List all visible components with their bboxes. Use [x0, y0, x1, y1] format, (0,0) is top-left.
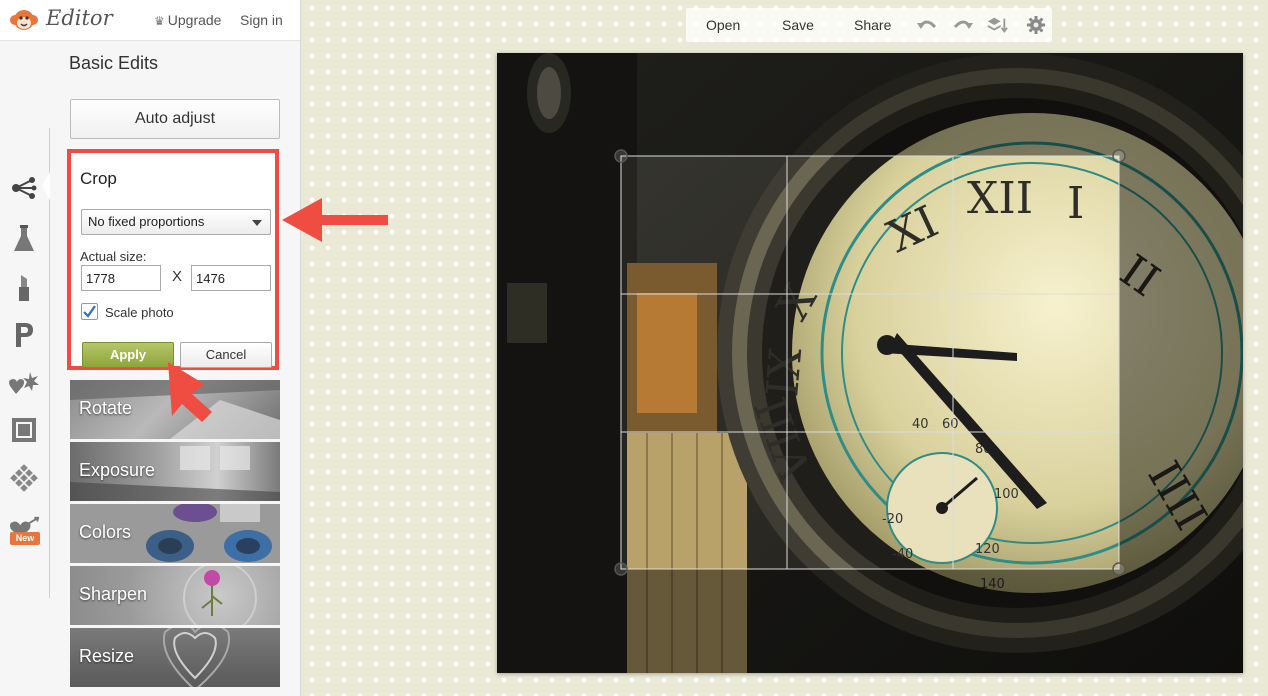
auto-adjust-button[interactable]: Auto adjust — [70, 99, 280, 139]
checkmark-icon — [83, 305, 96, 318]
textures-tool[interactable] — [8, 462, 40, 494]
scale-photo-label: Scale photo — [105, 305, 174, 320]
frames-icon — [12, 418, 36, 442]
svg-text:100: 100 — [994, 487, 1019, 502]
svg-text:40: 40 — [912, 417, 929, 432]
resize-item[interactable]: Resize — [70, 628, 280, 687]
crop-height-input[interactable] — [191, 265, 271, 291]
editor-toolbar: Open Save Share — [686, 8, 1052, 42]
svg-text:XII: XII — [967, 173, 1033, 224]
proportion-select[interactable]: No fixed proportions — [81, 209, 271, 235]
panel-title: Basic Edits — [69, 53, 159, 73]
basic-edits-tool[interactable] — [8, 172, 40, 204]
svg-text:I: I — [1067, 178, 1084, 229]
size-x-label: X — [172, 268, 183, 285]
annotation-arrow-upleft-icon — [168, 362, 212, 422]
crown-icon: ♛ — [154, 14, 165, 28]
colors-label: Colors — [79, 522, 132, 542]
clock-photo: XI XII I II X IX VIII IIII 40 60 80100 12… — [497, 53, 1243, 673]
photo-canvas[interactable]: XI XII I II X IX VIII IIII 40 60 80 100 12… — [497, 53, 1243, 673]
crop-handle-top-left — [614, 149, 628, 163]
scale-photo-checkbox[interactable] — [81, 303, 98, 320]
new-badge: New — [10, 532, 40, 545]
save-button[interactable]: Save — [782, 17, 814, 33]
svg-text:60: 60 — [942, 417, 959, 432]
effects-flask-icon — [14, 225, 34, 251]
resize-label: Resize — [79, 646, 135, 666]
sharpen-item[interactable]: Sharpen — [70, 566, 280, 625]
monkey-logo-icon[interactable] — [8, 6, 40, 34]
actual-size-label: Actual size: — [80, 249, 147, 264]
redo-icon[interactable] — [952, 15, 974, 35]
exposure-label: Exposure — [79, 460, 156, 480]
undo-icon[interactable] — [916, 15, 938, 35]
sharpen-label: Sharpen — [79, 584, 148, 604]
frames-tool[interactable] — [8, 414, 40, 446]
open-button[interactable]: Open — [706, 17, 740, 33]
basic-edits-icon — [12, 177, 37, 199]
svg-text:-20: -20 — [882, 512, 903, 527]
layers-sort-icon[interactable] — [986, 15, 1008, 35]
chevron-down-icon — [252, 220, 262, 226]
svg-text:-40: -40 — [892, 547, 913, 562]
overlays-heart-icon — [9, 372, 39, 394]
active-tool-notch — [42, 172, 50, 200]
sign-in-link[interactable]: Sign in — [240, 12, 283, 28]
touch-up-lipstick-icon — [19, 275, 29, 301]
crop-width-input[interactable] — [81, 265, 161, 291]
share-button[interactable]: Share — [854, 17, 891, 33]
crop-handle-bottom-left — [614, 562, 628, 576]
colors-item[interactable]: Colors — [70, 504, 280, 563]
settings-gear-icon[interactable] — [1026, 15, 1046, 35]
top-bar: Editor ♛ Upgrade Sign in — [0, 0, 300, 41]
overlays-tool[interactable] — [8, 368, 40, 400]
svg-text:IX: IX — [757, 345, 812, 399]
text-tool[interactable] — [8, 318, 40, 350]
effects-tool[interactable] — [8, 223, 40, 255]
proportion-value: No fixed proportions — [88, 214, 205, 229]
crop-handle-bottom-right — [1112, 562, 1126, 576]
crop-title: Crop — [80, 169, 117, 188]
crop-panel: Crop No fixed proportions Actual size: X… — [67, 149, 279, 370]
annotation-arrow-left-icon — [282, 198, 388, 242]
text-p-icon — [16, 323, 33, 347]
app-title: Editor — [46, 6, 113, 30]
textures-icon — [8, 462, 40, 494]
rotate-label: Rotate — [79, 398, 133, 418]
upgrade-label: Upgrade — [167, 12, 222, 28]
touch-up-tool[interactable] — [8, 272, 40, 304]
upgrade-link[interactable]: ♛ Upgrade — [154, 12, 221, 28]
crop-handle-top-right — [1112, 149, 1126, 163]
sidebar: Editor ♛ Upgrade Sign in New Basic Edits… — [0, 0, 301, 696]
exposure-item[interactable]: Exposure — [70, 442, 280, 501]
svg-text:120: 120 — [975, 542, 1000, 557]
